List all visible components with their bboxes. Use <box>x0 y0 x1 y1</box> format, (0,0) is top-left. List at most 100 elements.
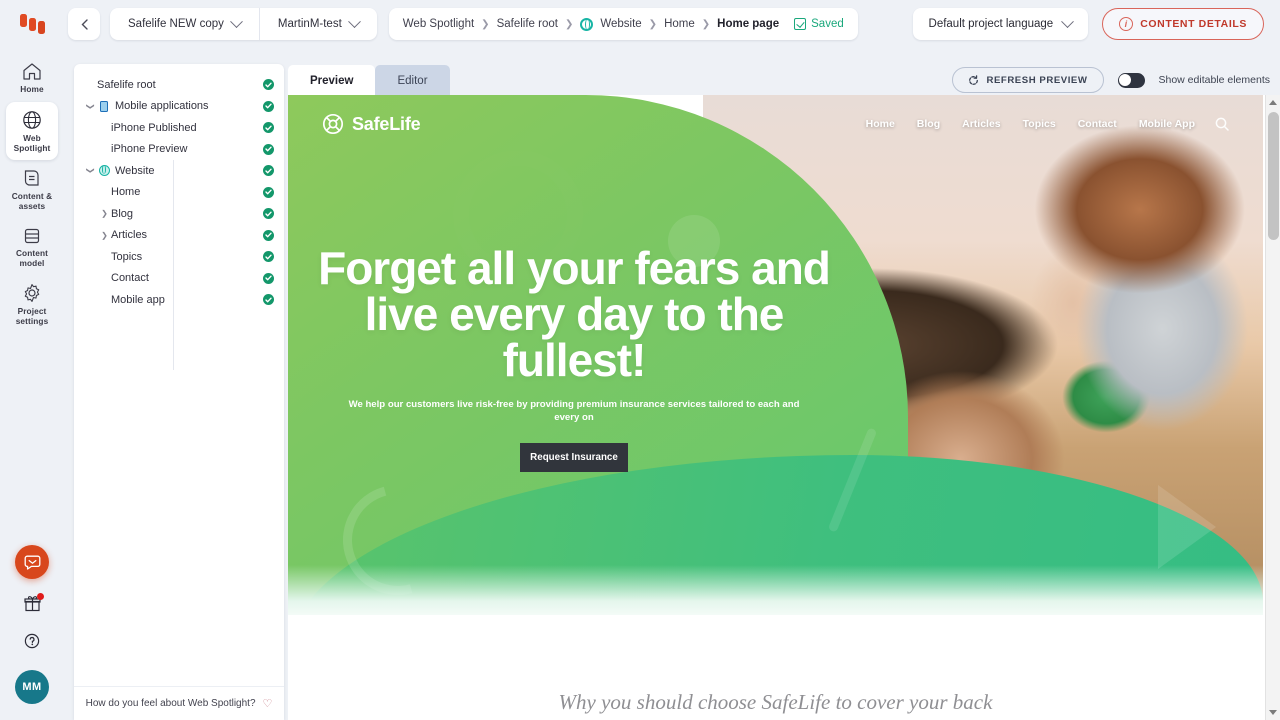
chevron-down-icon[interactable]: ❯ <box>86 100 95 113</box>
breadcrumb-item-safelife-root[interactable]: Safelife root <box>497 18 558 30</box>
home-icon <box>23 63 41 80</box>
breadcrumb-separator: ❯ <box>564 18 574 30</box>
chevron-down-icon <box>1061 14 1075 28</box>
question-mark-icon <box>24 633 40 649</box>
language-selector-label: Default project language <box>928 18 1054 30</box>
decorative-triangle <box>1158 485 1216 569</box>
heart-icon[interactable]: ♡ <box>263 697 273 710</box>
website-menu: Home Blog Articles Topics Contact Mobile App <box>866 118 1195 130</box>
tree-item-iphone-published[interactable]: iPhone Published <box>74 117 284 139</box>
tree-item-safelife-root[interactable]: Safelife root <box>74 74 284 96</box>
hero-subtitle: We help our customers live risk-free by … <box>348 399 800 423</box>
tree-item-label: iPhone Preview <box>111 143 188 156</box>
website-menu-item-articles[interactable]: Articles <box>962 118 1001 130</box>
sidebar-item-label: Home <box>20 84 44 94</box>
tab-editor[interactable]: Editor <box>375 65 450 96</box>
tree-item-mobile-app[interactable]: Mobile app <box>74 289 284 311</box>
tree-item-label: Website <box>115 164 155 177</box>
notification-dot <box>36 593 44 600</box>
status-badge-published <box>263 100 274 112</box>
sidebar-item-home[interactable]: Home <box>6 54 58 102</box>
mobile-icon <box>97 100 111 112</box>
refresh-preview-button[interactable]: REFRESH PREVIEW <box>952 67 1104 93</box>
environment-selector-label: MartinM-test <box>277 18 342 30</box>
tree-item-mobile-applications[interactable]: ❯ Mobile applications <box>74 96 284 118</box>
triangle-down-icon <box>1269 710 1277 715</box>
content-assets-icon <box>24 170 39 186</box>
scroll-up-button[interactable] <box>1266 95 1280 110</box>
help-button[interactable] <box>24 633 40 654</box>
sidebar-item-project-settings[interactable]: Project settings <box>6 275 58 334</box>
content-tree-list[interactable]: Safelife root ❯ Mobile applications iPhone … <box>74 64 284 686</box>
chevron-right-icon[interactable]: ❯ <box>98 209 111 218</box>
preview-scrollbar[interactable] <box>1265 95 1280 720</box>
status-badge-published <box>263 79 274 91</box>
language-selector[interactable]: Default project language <box>912 8 1089 40</box>
breadcrumb-item-website[interactable]: Website <box>600 18 641 30</box>
environment-selector[interactable]: MartinM-test <box>258 8 377 40</box>
sidebar-item-content-model[interactable]: Content model <box>6 219 58 276</box>
tree-item-articles[interactable]: ❯ Articles <box>74 225 284 247</box>
chevron-left-icon <box>81 18 88 30</box>
website-menu-item-home[interactable]: Home <box>866 118 895 130</box>
website-menu-item-blog[interactable]: Blog <box>917 118 940 130</box>
gear-icon <box>24 284 40 303</box>
info-icon: i <box>1119 17 1134 31</box>
tree-item-topics[interactable]: Topics <box>74 246 284 268</box>
breadcrumb-separator: ❯ <box>648 18 658 30</box>
sidebar-item-label: Web Spotlight <box>13 132 51 153</box>
website-logo[interactable]: SafeLife <box>322 113 421 135</box>
tree-item-label: Mobile applications <box>115 100 209 113</box>
search-icon[interactable] <box>1215 117 1229 131</box>
avatar[interactable]: MM <box>15 670 49 704</box>
toggle-knob <box>1119 74 1131 86</box>
sidebar-item-label: Content model <box>15 247 49 268</box>
kontent-logo-icon[interactable] <box>0 0 68 48</box>
top-bar: Safelife NEW copy MartinM-test Web Spotl… <box>0 0 1280 48</box>
tab-label: Editor <box>397 74 428 87</box>
website-menu-item-topics[interactable]: Topics <box>1023 118 1056 130</box>
show-editable-elements-toggle[interactable] <box>1117 72 1145 88</box>
breadcrumb-item-web-spotlight[interactable]: Web Spotlight <box>403 18 474 30</box>
tree-item-blog[interactable]: ❯ Blog <box>74 203 284 225</box>
website-menu-item-mobile-app[interactable]: Mobile App <box>1139 118 1195 130</box>
status-badge-published <box>263 251 274 263</box>
project-selector[interactable]: Safelife NEW copy <box>110 8 259 40</box>
content-details-button[interactable]: i CONTENT DETAILS <box>1102 8 1264 40</box>
scrollbar-track[interactable] <box>1266 110 1280 705</box>
avatar-initials: MM <box>22 681 42 693</box>
tree-item-label: iPhone Published <box>111 121 197 134</box>
scrollbar-thumb[interactable] <box>1267 112 1279 240</box>
hero-bottom-fade <box>288 565 1263 615</box>
tree-item-label: Contact <box>111 272 149 285</box>
tree-item-home[interactable]: Home <box>74 182 284 204</box>
chevron-right-icon[interactable]: ❯ <box>98 231 111 240</box>
website-menu-item-contact[interactable]: Contact <box>1078 118 1117 130</box>
feedback-chat-button[interactable] <box>15 545 49 579</box>
rail-bottom-actions: MM <box>15 545 49 720</box>
saved-label: Saved <box>811 18 844 30</box>
chevron-down-icon[interactable]: ❯ <box>86 164 95 177</box>
sidebar-item-content-assets[interactable]: Content & assets <box>6 160 58 219</box>
scroll-down-button[interactable] <box>1266 705 1280 720</box>
tree-item-website[interactable]: ❯ Website <box>74 160 284 182</box>
status-badge-published <box>263 143 274 155</box>
status-badge-published <box>263 229 274 241</box>
tab-preview[interactable]: Preview <box>288 65 376 96</box>
web-icon <box>97 164 111 177</box>
request-insurance-button[interactable]: Request Insurance <box>520 442 628 472</box>
gift-button[interactable] <box>23 593 44 617</box>
checkbox-checked-icon <box>794 18 807 30</box>
breadcrumb-separator: ❯ <box>481 18 490 30</box>
website-preview[interactable]: SafeLife Home Blog Articles Topics Contact Mo… <box>288 95 1280 720</box>
sidebar-item-web-spotlight[interactable]: Web Spotlight <box>6 101 58 161</box>
tree-item-contact[interactable]: Contact <box>74 268 284 290</box>
project-selector-label: Safelife NEW copy <box>128 18 224 30</box>
status-badge-saved: Saved <box>794 18 844 30</box>
breadcrumb-item-home[interactable]: Home <box>664 18 695 30</box>
website-hero: SafeLife Home Blog Articles Topics Contact Mo… <box>288 95 1263 615</box>
chevron-down-icon <box>347 14 361 28</box>
back-button[interactable] <box>68 8 100 40</box>
tree-item-iphone-preview[interactable]: iPhone Preview <box>74 139 284 161</box>
content-tree-panel: Safelife root ❯ Mobile applications iPhone … <box>74 64 284 720</box>
